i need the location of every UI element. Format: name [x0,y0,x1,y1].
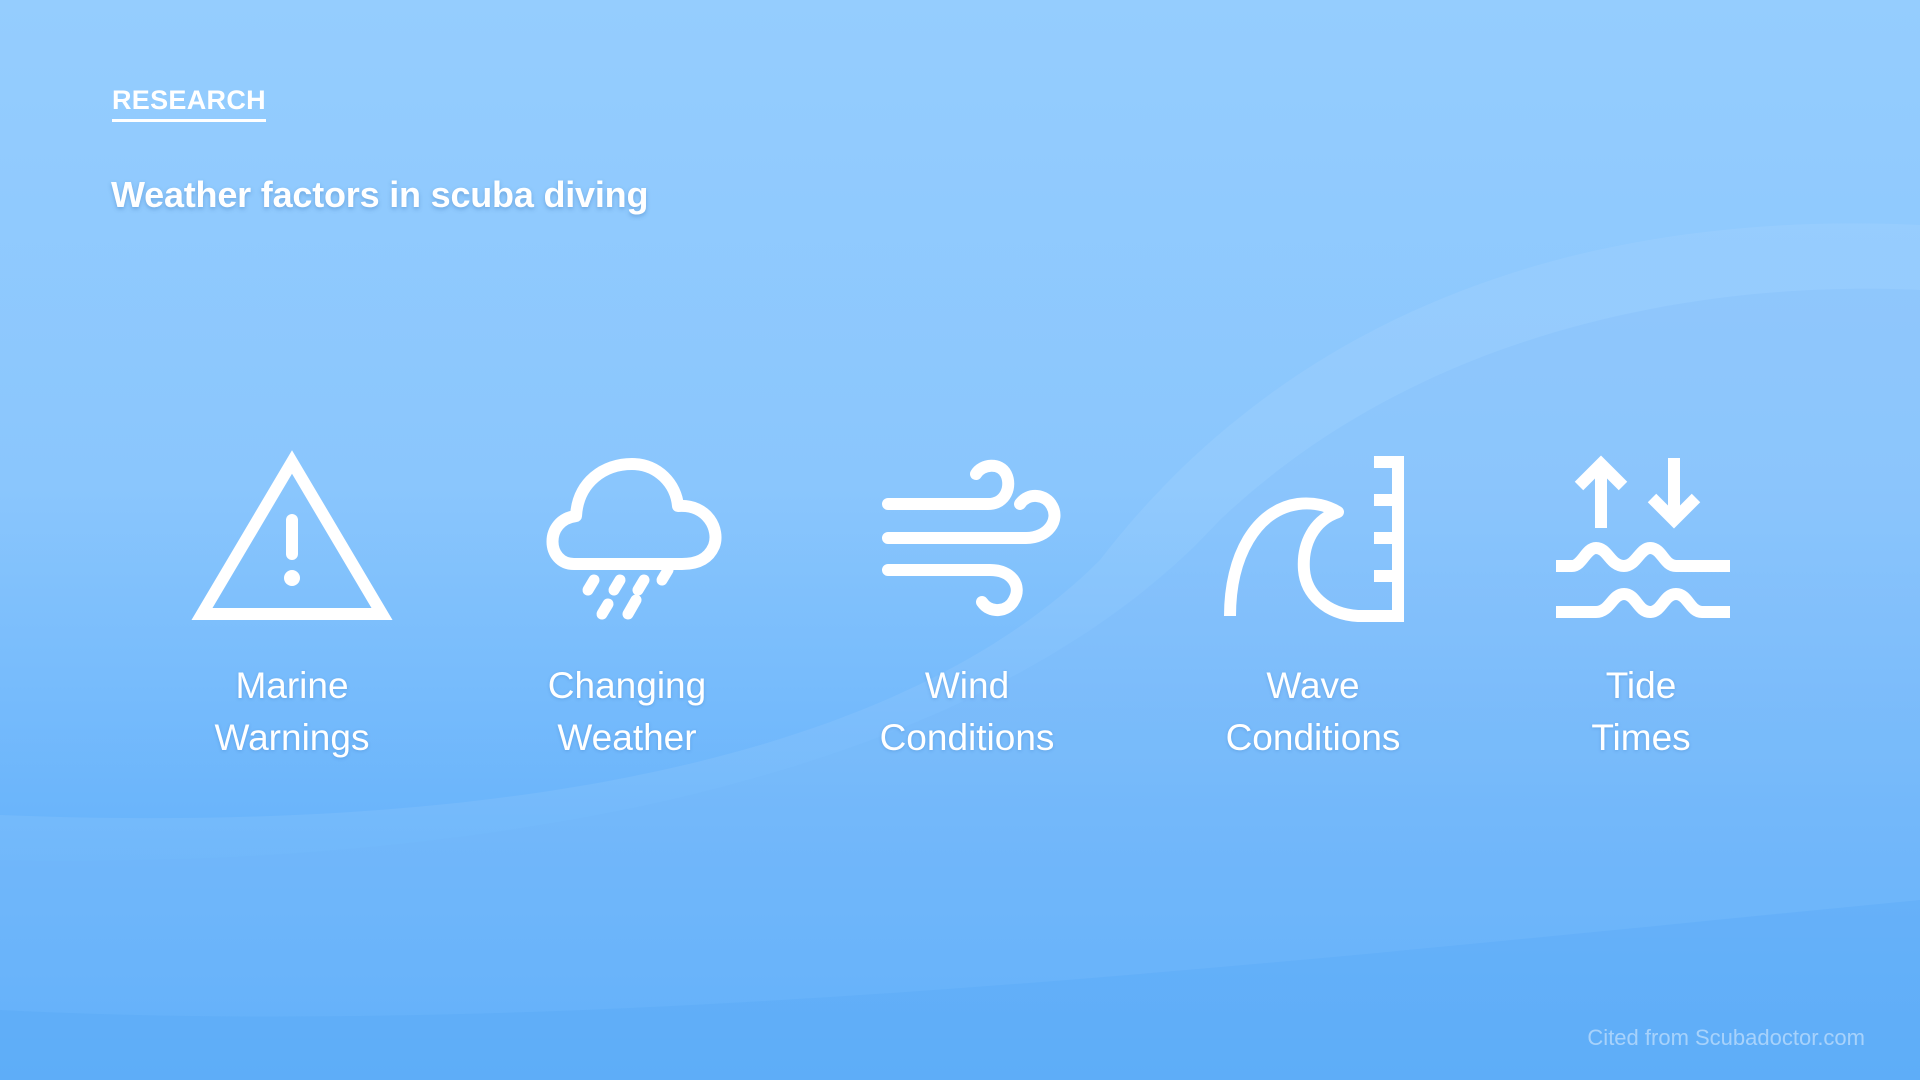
tide-icon [1546,452,1736,624]
warning-triangle-icon [191,450,393,624]
factor-wave-conditions: Wave Conditions [1193,452,1433,764]
factor-label-line2: Weather [557,717,697,758]
factor-tide-times: Tide Times [1521,452,1761,764]
citation-text: Cited from Scubadoctor.com [1587,1025,1865,1050]
factor-label: Wind Conditions [880,660,1055,764]
wind-icon [872,452,1062,624]
factor-label: Changing Weather [548,660,706,764]
factor-label: Wave Conditions [1226,660,1401,764]
factor-row: Marine Warnings Changing Weather Wind Co… [0,0,1920,1080]
factor-label-line2: Times [1591,717,1691,758]
wave-height-icon [1218,452,1408,624]
factor-label-line1: Tide [1605,665,1677,706]
factor-wind-conditions: Wind Conditions [847,452,1087,764]
factor-label-line2: Conditions [1225,717,1401,758]
factor-changing-weather: Changing Weather [507,452,747,764]
factor-label-line1: Marine [235,665,349,706]
factor-label-line1: Wind [924,665,1010,706]
factor-label-line2: Conditions [879,717,1055,758]
rain-cloud-icon [532,452,722,624]
factor-label-line1: Wave [1266,665,1360,706]
factor-label-line1: Changing [547,665,707,706]
factor-label: Tide Times [1591,660,1690,764]
factor-label: Marine Warnings [215,660,370,764]
factor-label-line2: Warnings [214,717,370,758]
factor-marine-warnings: Marine Warnings [172,450,412,764]
